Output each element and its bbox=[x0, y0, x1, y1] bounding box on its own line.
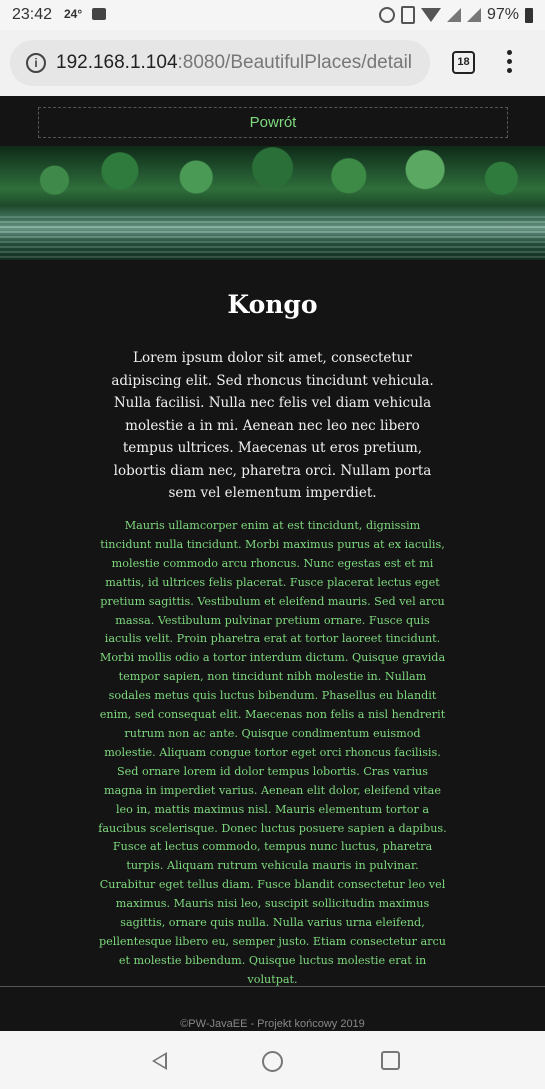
recent-apps-icon[interactable] bbox=[381, 1051, 400, 1070]
lake-reflection bbox=[0, 216, 545, 260]
vibrate-icon bbox=[400, 6, 415, 24]
url-host: 192.168.1.104 bbox=[56, 52, 178, 73]
back-button[interactable]: Powrót bbox=[38, 107, 508, 138]
status-time: 23:42 bbox=[12, 6, 53, 23]
footer-text: ©PW-JavaEE - Projekt końcowy 2019 bbox=[180, 1018, 365, 1030]
hero-image bbox=[0, 146, 545, 260]
image-icon bbox=[92, 8, 106, 20]
signal-icon bbox=[466, 8, 481, 22]
battery-icon bbox=[525, 7, 533, 23]
page-content: Powrót Kongo Lorem ipsum dolor sit amet,… bbox=[0, 96, 545, 1031]
url-text[interactable]: 192.168.1.104:8080/BeautifulPlaces/detai… bbox=[56, 52, 422, 74]
navigation-bar bbox=[0, 1031, 545, 1089]
description-paragraph: Mauris ullamcorper enim at est tincidunt… bbox=[98, 519, 447, 986]
battery-percent: 97% bbox=[486, 6, 519, 23]
page-title: Kongo bbox=[227, 290, 318, 319]
intro-paragraph: Lorem ipsum dolor sit amet, consectetur … bbox=[111, 350, 434, 501]
alarm-icon bbox=[378, 7, 395, 23]
home-icon[interactable] bbox=[262, 1051, 283, 1072]
wifi-icon bbox=[420, 8, 441, 22]
footer-divider bbox=[0, 986, 545, 987]
url-path: :8080/BeautifulPlaces/detail bbox=[177, 52, 413, 73]
back-icon[interactable] bbox=[152, 1052, 167, 1070]
forest-image bbox=[0, 146, 545, 208]
status-bar: 23:42 24° 97% bbox=[0, 0, 545, 30]
signal-icon bbox=[446, 8, 461, 22]
info-icon[interactable]: i bbox=[26, 53, 46, 73]
tab-switcher-button[interactable]: 18 bbox=[452, 51, 475, 74]
address-bar[interactable]: i 192.168.1.104:8080/BeautifulPlaces/det… bbox=[10, 40, 430, 86]
overflow-menu-icon[interactable] bbox=[507, 50, 513, 76]
status-icons: 97% bbox=[378, 6, 533, 24]
browser-toolbar: i 192.168.1.104:8080/BeautifulPlaces/det… bbox=[0, 30, 545, 96]
status-temperature: 24° bbox=[64, 7, 83, 21]
